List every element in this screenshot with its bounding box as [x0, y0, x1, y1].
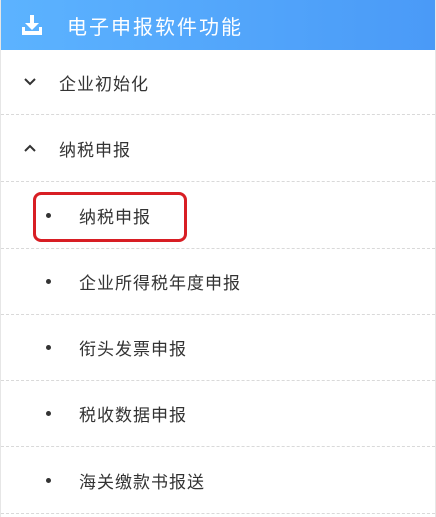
menu-item-tax-data-filing[interactable]: 税收数据申报 — [1, 381, 435, 447]
bullet-icon — [46, 279, 51, 284]
download-icon — [21, 14, 43, 36]
e-filing-function-panel: 电子申报软件功能 企业初始化 纳税申报 纳税申报 企业所得税年度申报 衔头发票申… — [0, 0, 436, 517]
menu-item-label: 衔头发票申报 — [79, 340, 187, 360]
chevron-up-icon — [23, 141, 37, 155]
bullet-icon — [46, 212, 51, 218]
panel-header: 电子申报软件功能 — [1, 0, 435, 50]
panel-title: 电子申报软件功能 — [67, 14, 243, 39]
menu-group-label: 纳税申报 — [59, 140, 131, 161]
menu-group-tax-filing[interactable]: 纳税申报 — [1, 115, 435, 182]
menu-item-invoice-filing[interactable]: 衔头发票申报 — [1, 315, 435, 381]
menu-item-label: 海关缴款书报送 — [79, 472, 205, 493]
menu-group-label: 企业初始化 — [59, 74, 149, 95]
menu-item-label: 企业所得税年度申报 — [79, 274, 241, 294]
menu-item-tax-filing[interactable]: 纳税申报 — [1, 182, 435, 249]
bullet-icon — [46, 411, 51, 416]
menu-item-annual-cit-filing[interactable]: 企业所得税年度申报 — [1, 249, 435, 315]
bullet-icon — [46, 477, 51, 483]
menu-item-label: 纳税申报 — [79, 207, 151, 228]
chevron-down-icon — [23, 75, 37, 89]
menu-item-label: 税收数据申报 — [79, 406, 187, 426]
bullet-icon — [46, 345, 51, 350]
menu-group-enterprise-init[interactable]: 企业初始化 — [1, 50, 435, 115]
menu-item-customs-payment-submit[interactable]: 海关缴款书报送 — [1, 447, 435, 514]
